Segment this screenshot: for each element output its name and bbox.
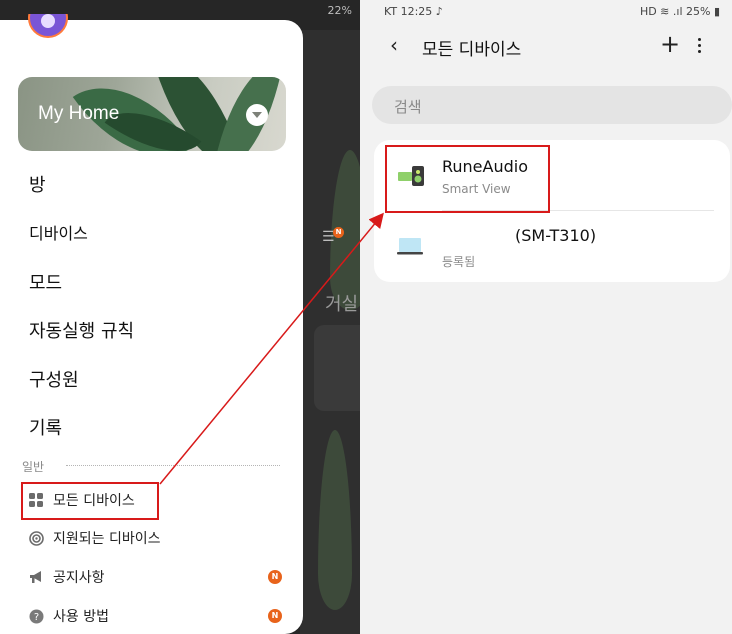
- section-divider: [66, 465, 280, 466]
- sub-item-label: 지원되는 디바이스: [53, 531, 161, 547]
- device-row[interactable]: (SM-T310) 등록됨: [374, 212, 730, 282]
- device-subtitle: 등록됨: [442, 255, 476, 269]
- megaphone-icon: [28, 569, 44, 585]
- status-battery: 22%: [327, 4, 352, 17]
- sub-item-notices[interactable]: 공지사항: [28, 565, 105, 589]
- menu-item-history[interactable]: 기록: [29, 414, 62, 440]
- highlight-box: [385, 145, 550, 213]
- home-title: My Home: [38, 103, 120, 124]
- help-icon: ?: [28, 608, 44, 624]
- notification-badge: N: [333, 227, 344, 238]
- right-phone-screen: KT 12:25 ♪ HD ≋ .ıl 25% ▮ ‹ 모든 디바이스 + 검색…: [360, 0, 732, 634]
- avatar[interactable]: [28, 14, 68, 38]
- more-options-icon[interactable]: [694, 36, 704, 54]
- sub-item-label: 공지사항: [53, 570, 105, 586]
- laptop-icon: [396, 234, 426, 258]
- background-room-title: 거실: [325, 294, 359, 315]
- new-badge: N: [268, 609, 282, 623]
- sub-item-how-to-use[interactable]: ? 사용 방법: [28, 604, 109, 628]
- status-right: HD ≋ .ıl 25% ▮: [639, 5, 720, 18]
- menu-item-modes[interactable]: 모드: [29, 269, 62, 295]
- highlight-box: [21, 482, 159, 520]
- menu-item-automations[interactable]: 자동실행 규칙: [29, 317, 134, 343]
- menu-item-rooms[interactable]: 방: [29, 171, 46, 197]
- home-selector[interactable]: My Home: [18, 77, 286, 151]
- svg-text:?: ?: [33, 612, 38, 623]
- menu-item-devices[interactable]: 디바이스: [29, 220, 88, 244]
- status-left: KT 12:25 ♪: [384, 5, 443, 18]
- new-badge: N: [268, 570, 282, 584]
- search-placeholder: 검색: [394, 98, 422, 116]
- supported-devices-icon: [28, 530, 44, 546]
- section-label-general: 일반: [22, 460, 45, 474]
- left-phone-screen: 22% ☰ N 거실 My Home 방 디바이스 모드 자동실행 규칙 구성원…: [0, 0, 360, 634]
- search-input[interactable]: 검색: [372, 86, 732, 124]
- page-title: 모든 디바이스: [422, 40, 522, 60]
- sub-item-supported-devices[interactable]: 지원되는 디바이스: [28, 526, 161, 550]
- navigation-drawer: My Home 방 디바이스 모드 자동실행 규칙 구성원 기록 일반 모든 디…: [0, 14, 303, 634]
- sub-item-label: 사용 방법: [53, 609, 109, 625]
- menu-item-members[interactable]: 구성원: [29, 366, 79, 392]
- add-icon[interactable]: +: [658, 32, 682, 56]
- status-bar: KT 12:25 ♪ HD ≋ .ıl 25% ▮: [360, 0, 732, 24]
- background-card: [314, 325, 360, 411]
- device-name: (SM-T310): [515, 226, 597, 245]
- chevron-down-icon[interactable]: [246, 104, 268, 126]
- back-arrow-icon[interactable]: ‹: [390, 34, 410, 56]
